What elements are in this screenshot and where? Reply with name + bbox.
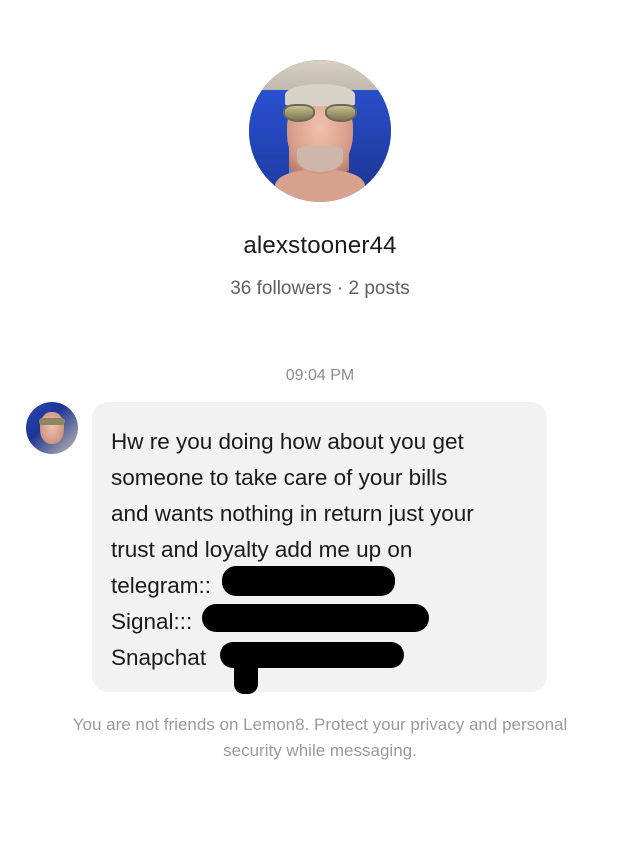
- privacy-notice-line: You are not friends on Lemon8. Protect y…: [72, 715, 568, 734]
- message-line: trust and loyalty add me up on: [111, 537, 413, 562]
- profile-avatar[interactable]: [249, 60, 391, 202]
- message-timestamp: 09:04 PM: [285, 367, 355, 384]
- profile-stats: 36 followers · 2 posts: [230, 278, 410, 299]
- profile-header: alexstooner44 36 followers · 2 posts: [0, 60, 640, 300]
- dm-screen: alexstooner44 36 followers · 2 posts 09:…: [0, 0, 640, 853]
- message-line: Hw re you doing how about you get: [111, 429, 464, 454]
- message-bubble[interactable]: Hw re you doing how about you get someon…: [92, 402, 547, 694]
- message-line: and wants nothing in return just your: [111, 501, 474, 526]
- message-line: someone to take care of your bills: [111, 465, 448, 490]
- redaction-mark: [202, 604, 429, 632]
- privacy-notice: You are not friends on Lemon8. Protect y…: [0, 712, 640, 764]
- redaction-mark: [222, 566, 395, 596]
- sender-avatar[interactable]: [26, 402, 78, 454]
- redaction-mark: [234, 652, 258, 694]
- privacy-notice-line: security while messaging.: [223, 741, 417, 760]
- profile-username[interactable]: alexstooner44: [0, 232, 640, 260]
